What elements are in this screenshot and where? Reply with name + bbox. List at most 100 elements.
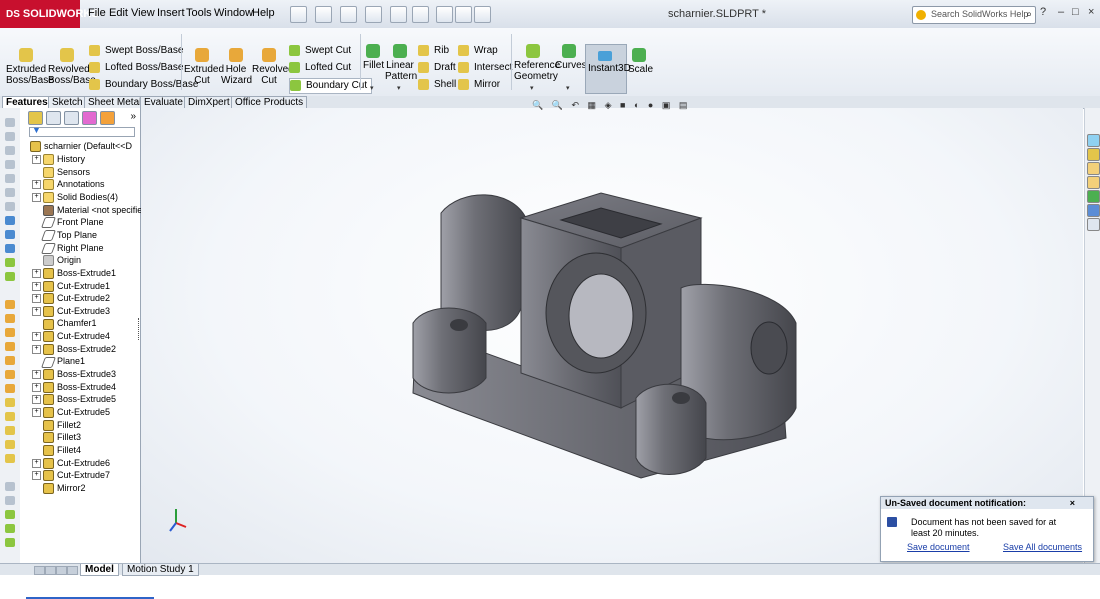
view-orientation-icon[interactable]: ◈ (605, 100, 612, 110)
coordinate-side-icon[interactable] (5, 524, 15, 533)
tree-item[interactable]: Sensors (32, 166, 90, 178)
reference-dropdown-icon[interactable]: ▾ (530, 84, 534, 92)
pattern-dropdown-icon[interactable]: ▾ (397, 84, 401, 92)
tree-item[interactable]: + History (32, 153, 85, 166)
restore-button[interactable]: □ (1072, 6, 1079, 18)
tree-item[interactable]: Fillet3 (32, 431, 81, 444)
display-manager-tab-icon[interactable] (100, 111, 115, 125)
curves-dropdown-icon[interactable]: ▾ (566, 84, 570, 92)
chamfer-icon[interactable] (5, 370, 15, 379)
hide-show-icon[interactable]: ◐ (634, 100, 639, 110)
menu-tools[interactable]: Tools (186, 7, 212, 19)
solidworks-logo[interactable]: DS SOLIDWORKS (0, 0, 99, 28)
file-explorer-icon[interactable] (1087, 162, 1100, 175)
expand-icon[interactable]: + (32, 332, 41, 342)
zoom-area-icon[interactable]: 🔍 (552, 100, 563, 110)
axis-side-icon[interactable] (5, 510, 15, 519)
revolved-cut-button[interactable]: Revolved Cut (252, 48, 294, 86)
expand-icon[interactable]: + (32, 408, 41, 418)
tree-filter-input[interactable]: ▼ (29, 125, 135, 137)
scene-icon[interactable] (5, 272, 15, 281)
expand-icon[interactable]: + (32, 180, 41, 190)
tree-item[interactable]: + Cut-Extrude5 (32, 406, 110, 419)
curves-button[interactable]: Curves (555, 44, 587, 71)
apply-scene-icon[interactable]: ▣ (662, 100, 671, 110)
custom-properties-icon[interactable] (1087, 204, 1100, 217)
tree-item[interactable]: Fillet4 (32, 444, 81, 457)
tree-item[interactable]: Fillet2 (32, 419, 81, 431)
macro-side-icon[interactable] (5, 538, 15, 547)
tree-item[interactable]: + Cut-Extrude6 (32, 457, 110, 469)
draft-side-icon[interactable] (5, 412, 15, 421)
undo-icon[interactable] (390, 6, 407, 23)
lofted-boss-button[interactable]: Lofted Boss/Base (89, 61, 183, 75)
notification-close-icon[interactable]: × (1070, 497, 1075, 509)
display-style-icon[interactable]: ■ (620, 100, 625, 110)
hole-wizard-button[interactable]: Hole Wizard (221, 48, 252, 86)
tree-item[interactable]: Plane1 (32, 355, 85, 368)
view-palette-icon[interactable] (1087, 176, 1100, 189)
design-library-icon[interactable] (1087, 148, 1100, 161)
tree-item[interactable]: Chamfer1 (32, 317, 97, 330)
zoom-to-fit-icon[interactable]: 🔍 (532, 100, 543, 110)
view-settings-icon[interactable]: ▤ (679, 100, 688, 110)
tree-root[interactable]: scharnier (Default<<D (30, 140, 132, 153)
tree-item[interactable]: + Cut-Extrude1 (32, 280, 110, 292)
expand-icon[interactable]: + (32, 370, 41, 380)
propertymanager-tab-icon[interactable] (46, 111, 61, 125)
fillet-dropdown-icon[interactable]: ▾ (370, 84, 374, 92)
print-icon[interactable] (365, 6, 382, 23)
previous-view-icon[interactable]: ↶ (571, 100, 579, 110)
instant3d-toggle[interactable]: Instant3D (585, 44, 631, 94)
tree-item[interactable]: Right Plane (32, 242, 104, 254)
spline-icon[interactable] (5, 188, 15, 197)
tab-model[interactable]: Model (80, 564, 119, 576)
expand-icon[interactable]: + (32, 155, 41, 165)
draft-button[interactable]: Draft (418, 61, 456, 75)
tree-item[interactable]: + Boss-Extrude1 (32, 267, 116, 279)
configurationmanager-tab-icon[interactable] (64, 111, 79, 125)
appearances-icon[interactable] (1087, 190, 1100, 203)
wrap-button[interactable]: Wrap (458, 44, 498, 58)
tree-item[interactable]: + Cut-Extrude3 (32, 305, 110, 317)
expand-icon[interactable]: + (32, 471, 41, 481)
rib-side-icon[interactable] (5, 384, 15, 393)
select-icon[interactable] (412, 6, 429, 23)
relation-icon[interactable] (5, 230, 15, 239)
tree-item[interactable]: Front Plane (32, 216, 104, 229)
expand-icon[interactable]: + (32, 458, 41, 468)
expand-icon[interactable]: + (32, 268, 41, 278)
tab-motion-study[interactable]: Motion Study 1 (122, 564, 199, 576)
sketch-icon[interactable] (5, 118, 15, 127)
extruded-boss-button[interactable]: Extruded Boss/Base (6, 48, 54, 86)
options-icon[interactable] (474, 6, 491, 23)
save-icon[interactable] (340, 6, 357, 23)
file-properties-icon[interactable] (455, 6, 472, 23)
swept-cut-button[interactable]: Swept Cut (289, 44, 351, 58)
mirror-side-icon[interactable] (5, 440, 15, 449)
lofted-cut-button[interactable]: Lofted Cut (289, 61, 351, 75)
menu-view[interactable]: View (131, 7, 155, 19)
search-icon[interactable]: ⌕ (1026, 9, 1032, 20)
close-button[interactable]: × (1088, 6, 1094, 18)
rib-button[interactable]: Rib (418, 44, 449, 58)
new-document-icon[interactable] (290, 6, 307, 23)
edit-appearance-icon[interactable]: ● (648, 100, 653, 110)
help-search-input[interactable]: Search SolidWorks Help ⌕ (912, 6, 1036, 24)
mirror-button[interactable]: Mirror (458, 78, 500, 92)
fillet-button[interactable]: Fillet (363, 44, 384, 71)
extrude-icon[interactable] (5, 300, 15, 309)
rebuild-icon[interactable] (436, 6, 453, 23)
point-icon[interactable] (5, 202, 15, 211)
revolved-boss-button[interactable]: Revolved Boss/Base (48, 48, 96, 86)
reference-geometry-button[interactable]: Reference Geometry (514, 44, 560, 82)
pattern-side-icon[interactable] (5, 426, 15, 435)
section-view-icon[interactable]: ▦ (588, 100, 597, 110)
expand-icon[interactable]: + (32, 344, 41, 354)
intersect-button[interactable]: Intersect (458, 61, 512, 75)
display-icon[interactable] (5, 244, 15, 253)
tree-item[interactable]: Material <not specifie (32, 204, 142, 216)
help-icon[interactable]: ? (1040, 6, 1046, 18)
tree-item[interactable]: + Boss-Extrude3 (32, 368, 116, 381)
revolve-icon[interactable] (5, 314, 15, 323)
